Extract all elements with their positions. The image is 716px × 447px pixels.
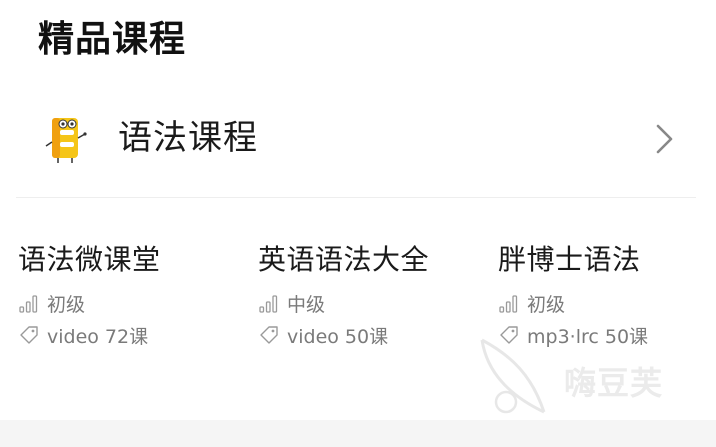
signal-level-icon xyxy=(259,295,278,313)
course-card-1[interactable]: 语法微课堂 初级 video 72课 xyxy=(18,240,248,350)
course-level: 初级 xyxy=(498,288,716,318)
course-level-label: 中级 xyxy=(287,293,326,316)
category-label: 语法课程 xyxy=(118,118,258,158)
signal-level-icon xyxy=(19,295,38,313)
bottom-divider-band xyxy=(0,420,716,447)
course-tag-label: video 50课 xyxy=(287,325,389,348)
course-card-2[interactable]: 英语语法大全 中级 video 50课 xyxy=(258,240,488,350)
course-title: 英语语法大全 xyxy=(258,243,430,276)
tag-icon xyxy=(260,326,278,344)
course-title: 胖博士语法 xyxy=(498,243,641,276)
section-title: 精品课程 xyxy=(38,19,187,60)
watermark-logo-icon xyxy=(480,338,546,414)
course-level: 中级 xyxy=(258,288,488,318)
course-tag-label: video 72课 xyxy=(47,325,149,348)
course-level-label: 初级 xyxy=(527,293,566,316)
tag-icon xyxy=(20,326,38,344)
course-level-label: 初级 xyxy=(47,293,86,316)
course-card-3[interactable]: 胖博士语法 初级 mp3·lrc 50课 xyxy=(498,240,716,350)
signal-level-icon xyxy=(499,295,518,313)
category-row-grammar[interactable]: 语法课程 xyxy=(16,92,696,198)
course-title: 语法微课堂 xyxy=(18,243,161,276)
watermark: 嗨豆芙 xyxy=(472,336,692,418)
grammar-book-mascot-icon xyxy=(45,118,87,163)
course-level: 初级 xyxy=(18,288,248,318)
watermark-text: 嗨豆芙 xyxy=(564,364,664,402)
chevron-right-icon[interactable] xyxy=(652,122,676,156)
course-tag: video 72课 xyxy=(18,320,248,350)
course-tag: video 50课 xyxy=(258,320,488,350)
